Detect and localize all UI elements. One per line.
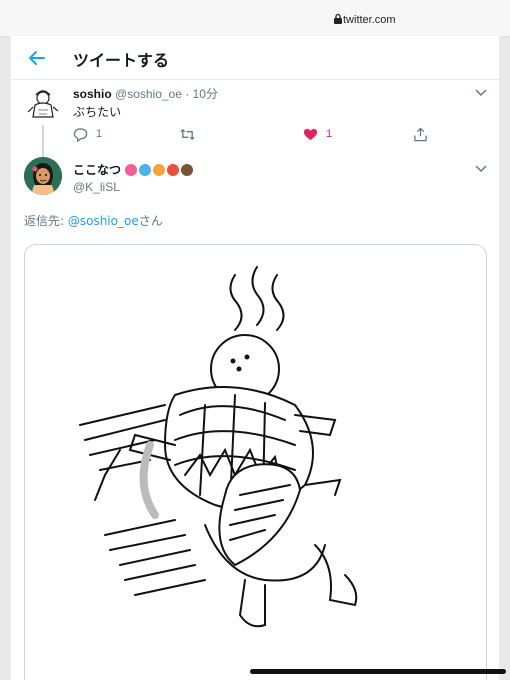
chevron-down-icon[interactable]: [475, 165, 487, 173]
retweet-icon: [180, 128, 195, 140]
author-name[interactable]: soshio: [73, 87, 112, 101]
illustration-drawing: [79, 266, 358, 628]
tweet-time[interactable]: 10分: [193, 87, 218, 101]
author-name-row[interactable]: ここなつ: [73, 161, 194, 178]
like-button[interactable]: 1: [303, 124, 332, 144]
tweet-text: ぶちたい: [73, 105, 122, 119]
like-count: 1: [326, 128, 333, 140]
share-icon: [414, 127, 427, 141]
header: ツイートする: [11, 36, 499, 80]
url-text: twitter.com: [343, 14, 396, 26]
avatar-drawing-icon: [27, 90, 59, 118]
tweet-actions: 1 1: [73, 124, 433, 144]
separator: ·: [185, 87, 190, 101]
reply-to-mention[interactable]: @soshio_oe: [68, 214, 139, 228]
share-button[interactable]: [413, 124, 436, 144]
avatar[interactable]: [24, 157, 62, 195]
reply-button[interactable]: 1: [73, 124, 102, 144]
reply-to-suffix: さん: [138, 214, 163, 228]
reply-count: 1: [96, 128, 103, 140]
hibiscus-emoji-icon: [125, 163, 138, 176]
thread-line: [42, 125, 44, 157]
author-handle[interactable]: @K_liSL: [73, 180, 120, 194]
author-name[interactable]: ここなつ: [73, 161, 121, 178]
heart-icon: [303, 128, 318, 140]
author-handle[interactable]: @soshio_oe: [115, 87, 182, 101]
tweet-page: ツイートする soshio @soshio_oe · 10分 ぶちたい 1 1 …: [10, 36, 500, 680]
reply-to-line: 返信先: @soshio_oeさん: [24, 212, 163, 229]
home-indicator[interactable]: [250, 669, 506, 674]
island-emoji-icon: [139, 163, 152, 176]
reply-icon: [73, 127, 88, 142]
parent-tweet-header: soshio @soshio_oe · 10分: [73, 85, 218, 102]
tweet-image[interactable]: [24, 244, 487, 680]
cocktail-emoji-icon: [153, 163, 166, 176]
avatar-portrait-icon: [24, 157, 62, 195]
back-arrow-icon[interactable]: [27, 48, 47, 68]
page-title: ツイートする: [73, 51, 170, 70]
browser-url-bar[interactable]: twitter.com: [0, 0, 510, 37]
chevron-down-icon[interactable]: [475, 89, 487, 97]
avatar[interactable]: [24, 85, 62, 123]
coconut-emoji-icon: [181, 163, 194, 176]
retweet-button[interactable]: [180, 124, 203, 144]
reply-to-prefix: 返信先:: [24, 214, 68, 228]
mango-emoji-icon: [167, 163, 180, 176]
